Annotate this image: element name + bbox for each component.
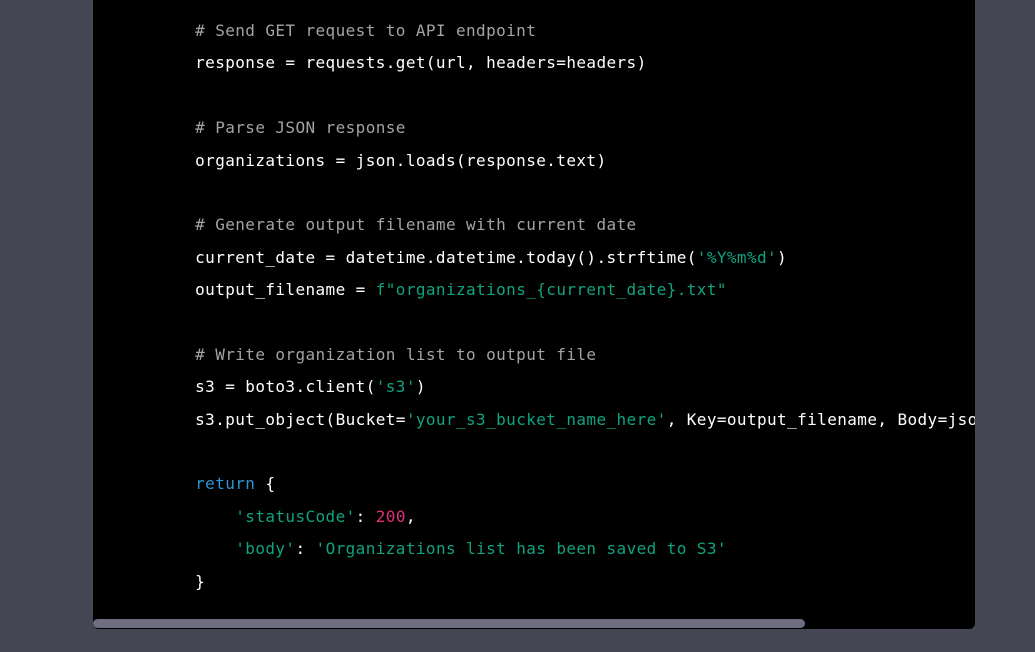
- code-line: s3.put_object(Bucket='your_s3_bucket_nam…: [155, 404, 975, 436]
- code-token-number: 200: [375, 506, 406, 526]
- code-token-plain: response = requests.get(url, headers=hea…: [155, 53, 647, 73]
- code-token-string: 'your_s3_bucket_name_here': [405, 409, 667, 429]
- code-token-plain: ): [415, 377, 426, 397]
- code-token-plain: :: [295, 539, 316, 559]
- code-line: s3 = boto3.client('s3'): [155, 371, 975, 403]
- code-content: # Send GET request to API endpoint respo…: [155, 15, 975, 598]
- code-line: 'body': 'Organizations list has been sav…: [155, 533, 975, 565]
- code-token-plain: current_date = datetime.datetime.today()…: [155, 247, 697, 267]
- code-token-plain: output_filename =: [155, 280, 376, 300]
- code-token-plain: ,: [405, 506, 416, 526]
- code-token-string: 'statusCode': [235, 506, 356, 526]
- code-token-string: 'body': [235, 539, 296, 559]
- code-line: # Parse JSON response: [155, 112, 975, 144]
- code-token-comment: # Generate output filename with current …: [155, 215, 637, 235]
- code-line: ​: [155, 177, 975, 209]
- code-token-plain: }: [155, 571, 206, 591]
- chat-page: # Send GET request to API endpoint respo…: [0, 0, 1035, 652]
- code-token-plain: :: [355, 506, 376, 526]
- code-line: output_filename = f"organizations_{curre…: [155, 274, 975, 306]
- code-token-plain: , Key=output_filename, Body=json.du: [666, 409, 975, 429]
- code-token-keyword: return: [155, 474, 256, 494]
- code-line: return {: [155, 468, 975, 500]
- code-token-plain: s3 = boto3.client(: [155, 377, 376, 397]
- horizontal-scrollbar[interactable]: [93, 617, 975, 629]
- code-line: # Generate output filename with current …: [155, 209, 975, 241]
- code-token-string: '%Y%m%d': [696, 247, 778, 267]
- code-line: ​: [155, 436, 975, 468]
- code-token-plain: ): [777, 247, 788, 267]
- code-token-plain: {: [255, 474, 276, 494]
- code-line: organizations = json.loads(response.text…: [155, 145, 975, 177]
- code-token-comment: # Parse JSON response: [155, 118, 406, 138]
- code-line: 'statusCode': 200,: [155, 501, 975, 533]
- code-token-comment: # Send GET request to API endpoint: [155, 21, 537, 40]
- code-token-plain: organizations = json.loads(response.text…: [155, 150, 607, 170]
- code-line: }: [155, 566, 975, 598]
- code-token-plain: s3.put_object(Bucket=: [155, 409, 406, 429]
- code-block: # Send GET request to API endpoint respo…: [93, 0, 975, 629]
- code-line: # Write organization list to output file: [155, 339, 975, 371]
- code-line: # Send GET request to API endpoint: [155, 15, 975, 47]
- code-line: ​: [155, 307, 975, 339]
- code-token-string: 'Organizations list has been saved to S3…: [315, 539, 727, 559]
- code-scroll-area[interactable]: # Send GET request to API endpoint respo…: [93, 0, 975, 615]
- code-token-string: f"organizations_{current_date}.txt": [375, 280, 727, 300]
- scrollbar-thumb[interactable]: [93, 619, 805, 628]
- code-token-string: 's3': [375, 377, 416, 397]
- code-line: current_date = datetime.datetime.today()…: [155, 242, 975, 274]
- code-line: response = requests.get(url, headers=hea…: [155, 47, 975, 79]
- code-line: ​: [155, 80, 975, 112]
- code-token-comment: # Write organization list to output file: [155, 344, 597, 364]
